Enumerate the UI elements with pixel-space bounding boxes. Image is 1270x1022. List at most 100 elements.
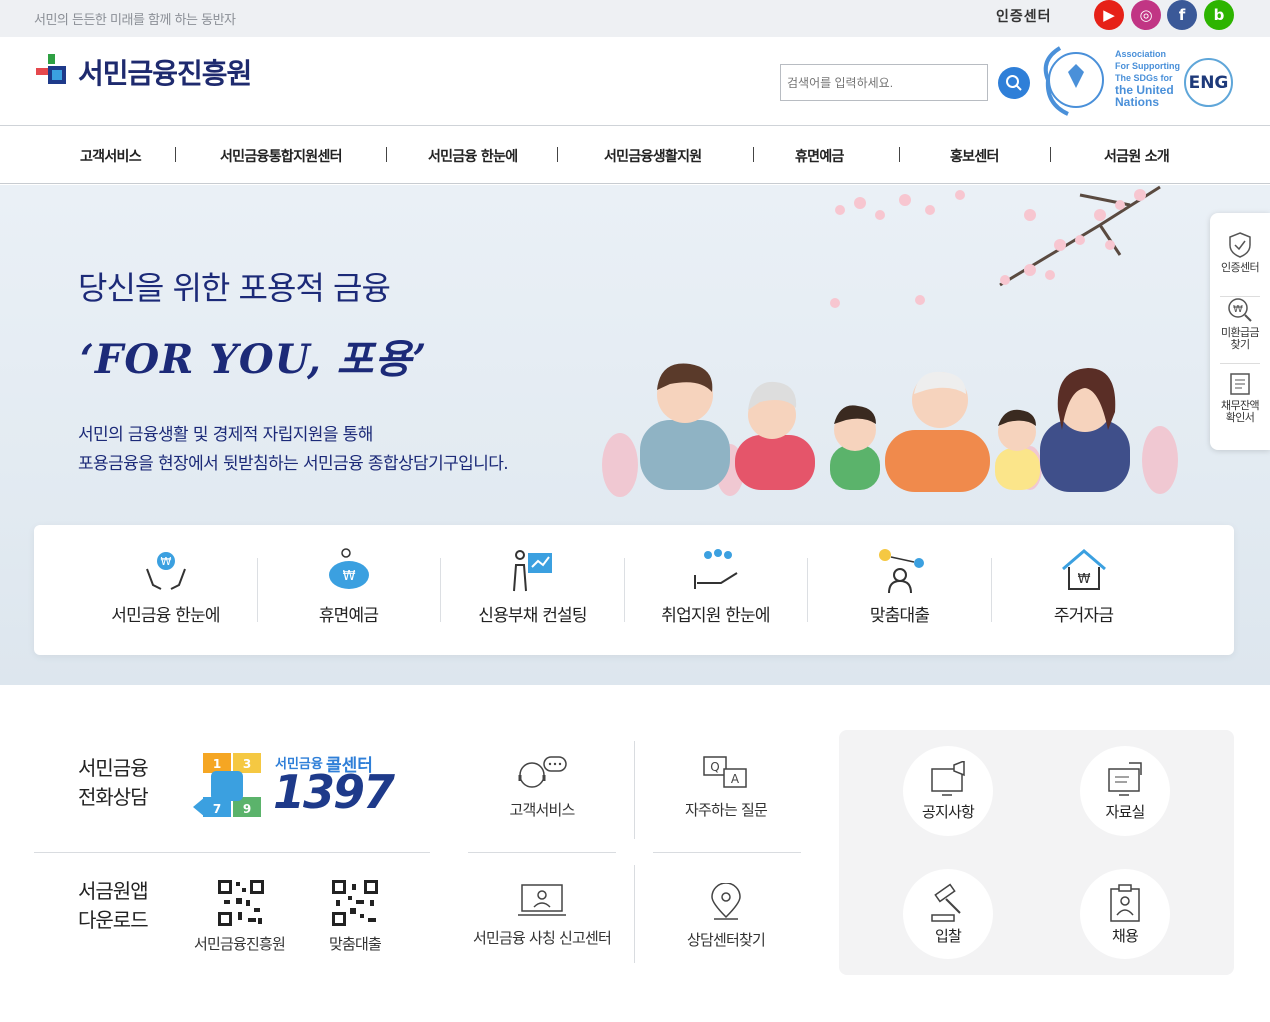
quick-menu: ₩ 서민금융 한눈에 ₩ 휴면예금 신용부채 컨설팅 취업지원 한눈에 맞춤대출…: [34, 525, 1234, 655]
gavel-icon: [931, 883, 961, 922]
location-pin-icon: [711, 883, 741, 920]
cherry-blossom-illustration: [830, 185, 1161, 308]
logo-text: 서민금융진흥원: [78, 57, 252, 90]
search-input[interactable]: [780, 64, 988, 101]
qr-label-app2: 맞춤대출: [329, 935, 382, 953]
nav-divider: [175, 147, 176, 162]
blog-icon[interactable]: b: [1204, 0, 1234, 30]
board-label: 채용: [1111, 926, 1139, 945]
document-monitor-icon: [1108, 761, 1142, 796]
search-icon: [1006, 75, 1022, 91]
won-search-icon: ₩: [1228, 298, 1252, 322]
nav-life-support[interactable]: 서민금융생활지원: [604, 146, 702, 166]
headset-chat-icon: [518, 756, 567, 788]
quick-custom-loan[interactable]: 맞춤대출: [808, 525, 991, 655]
header: 서민금융진흥원 Association For Supporting The S…: [0, 37, 1270, 126]
nav-finance-overview[interactable]: 서민금융 한눈에: [428, 146, 518, 166]
top-bar: 서민의 든든한 미래를 함께 하는 동반자 인증센터 ▶ ◎ f b: [0, 0, 1270, 37]
service-center-finder[interactable]: 상담센터찾기: [664, 883, 788, 950]
id-clipboard-icon: [1110, 883, 1140, 922]
person-network-icon: [878, 549, 924, 593]
quick-label: 취업지원 한눈에: [661, 606, 770, 626]
search-button[interactable]: [998, 67, 1030, 99]
monitor-user-icon: [518, 884, 566, 916]
main-nav: 고객서비스 서민금융통합지원센터 서민금융 한눈에 서민금융생활지원 휴면예금 …: [0, 126, 1270, 184]
sdg-badge[interactable]: Association For Supporting The SDGs for …: [1034, 40, 1184, 120]
hero-desc-line1: 서민의 금융생활 및 경제적 자립지원을 통해: [78, 425, 373, 445]
service-label: 상담센터찾기: [686, 931, 766, 949]
call-number[interactable]: 1397: [273, 767, 395, 817]
side-unrefunded[interactable]: ₩ 미환급금 찾기: [1210, 296, 1270, 351]
nav-pr-center[interactable]: 홍보센터: [950, 146, 999, 166]
side-divider: [1220, 363, 1260, 364]
call-consult-title: 서민금융 전화상담: [78, 756, 149, 809]
side-auth-center[interactable]: 인증센터: [1210, 231, 1270, 274]
service-label: 서민금융 사칭 신고센터: [473, 929, 612, 947]
facebook-icon[interactable]: f: [1167, 0, 1197, 30]
quick-dormant-deposit[interactable]: ₩ 휴면예금: [257, 525, 440, 655]
divider: [653, 852, 801, 853]
divider: [634, 741, 635, 839]
auth-center-link[interactable]: 인증센터: [996, 6, 1052, 26]
quick-label: 맞춤대출: [869, 606, 930, 626]
qr-code-app1[interactable]: [216, 878, 266, 932]
dial-digit: 9: [243, 802, 251, 816]
logo-mark-icon: [34, 52, 74, 92]
people-hand-icon: [693, 549, 738, 589]
quick-label: 휴면예금: [318, 606, 379, 626]
quick-housing-fund[interactable]: ₩ 주거자금: [992, 525, 1175, 655]
board-label: 입찰: [934, 926, 962, 945]
nav-customer-service[interactable]: 고객서비스: [80, 146, 142, 166]
bottom-section: 서민금융 전화상담 1 3 7 9 서민금융 콜센터 1397 서금원앱 다운로…: [0, 685, 1270, 1022]
side-label: 채무잔액 확인서: [1220, 399, 1260, 424]
board-recruit[interactable]: 채용: [1080, 869, 1170, 959]
svg-text:Q: Q: [710, 760, 719, 774]
service-label: 고객서비스: [509, 801, 575, 819]
divider: [468, 852, 616, 853]
call-center-icon: 1 3 7 9: [193, 753, 263, 819]
family-illustration: [602, 363, 1178, 497]
svg-text:₩: ₩: [160, 555, 171, 568]
youtube-icon[interactable]: ▶: [1094, 0, 1124, 30]
nav-integrated-center[interactable]: 서민금융통합지원센터: [220, 146, 343, 166]
shield-check-icon: [1229, 232, 1251, 258]
qa-icon: QA: [703, 756, 747, 788]
board-archive[interactable]: 자료실: [1080, 746, 1170, 836]
quick-credit-consulting[interactable]: 신용부채 컨설팅: [441, 525, 624, 655]
quick-employment[interactable]: 취업지원 한눈에: [624, 525, 807, 655]
instagram-icon[interactable]: ◎: [1131, 0, 1161, 30]
board-label: 자료실: [1105, 802, 1145, 821]
sdg-text-1: Association: [1115, 49, 1167, 59]
svg-text:A: A: [731, 772, 740, 786]
site-logo[interactable]: 서민금융진흥원: [34, 52, 252, 92]
board-bid[interactable]: 입찰: [903, 869, 993, 959]
side-quick-menu: 인증센터 ₩ 미환급금 찾기 채무잔액 확인서: [1210, 213, 1270, 450]
piggy-bank-icon: ₩: [328, 548, 369, 589]
megaphone-monitor-icon: [931, 760, 965, 796]
hands-won-icon: ₩: [145, 552, 186, 590]
app-download-title: 서금원앱 다운로드: [78, 879, 149, 932]
service-faq[interactable]: QA 자주하는 질문: [664, 755, 788, 820]
svg-text:₩: ₩: [1233, 304, 1243, 315]
service-label: 자주하는 질문: [685, 801, 768, 819]
eng-button[interactable]: ENG: [1184, 58, 1233, 107]
side-debt-certificate[interactable]: 채무잔액 확인서: [1210, 371, 1270, 424]
consulting-board-icon: [512, 550, 552, 592]
service-customer[interactable]: 고객서비스: [480, 755, 604, 820]
hero-title: ‘FOR YOU, 포용’: [80, 336, 428, 383]
nav-dormant-deposit[interactable]: 휴면예금: [795, 146, 844, 166]
nav-about[interactable]: 서금원 소개: [1104, 146, 1170, 166]
quick-label: 주거자금: [1053, 606, 1114, 626]
quick-finance-overview[interactable]: ₩ 서민금융 한눈에: [74, 525, 257, 655]
board-links-panel: 공지사항 자료실 입찰 채용: [839, 730, 1234, 975]
house-won-icon: ₩: [1061, 549, 1106, 590]
dial-digit: 7: [213, 802, 221, 816]
board-notice[interactable]: 공지사항: [903, 746, 993, 836]
nav-divider: [386, 147, 387, 162]
qr-code-app2[interactable]: [330, 878, 380, 932]
nav-divider: [557, 147, 558, 162]
service-fraud-report[interactable]: 서민금융 사칭 신고센터: [464, 883, 620, 948]
quick-label: 서민금융 한눈에: [111, 606, 220, 626]
sdg-text-5: Nations: [1115, 95, 1160, 109]
board-label: 공지사항: [921, 802, 975, 821]
